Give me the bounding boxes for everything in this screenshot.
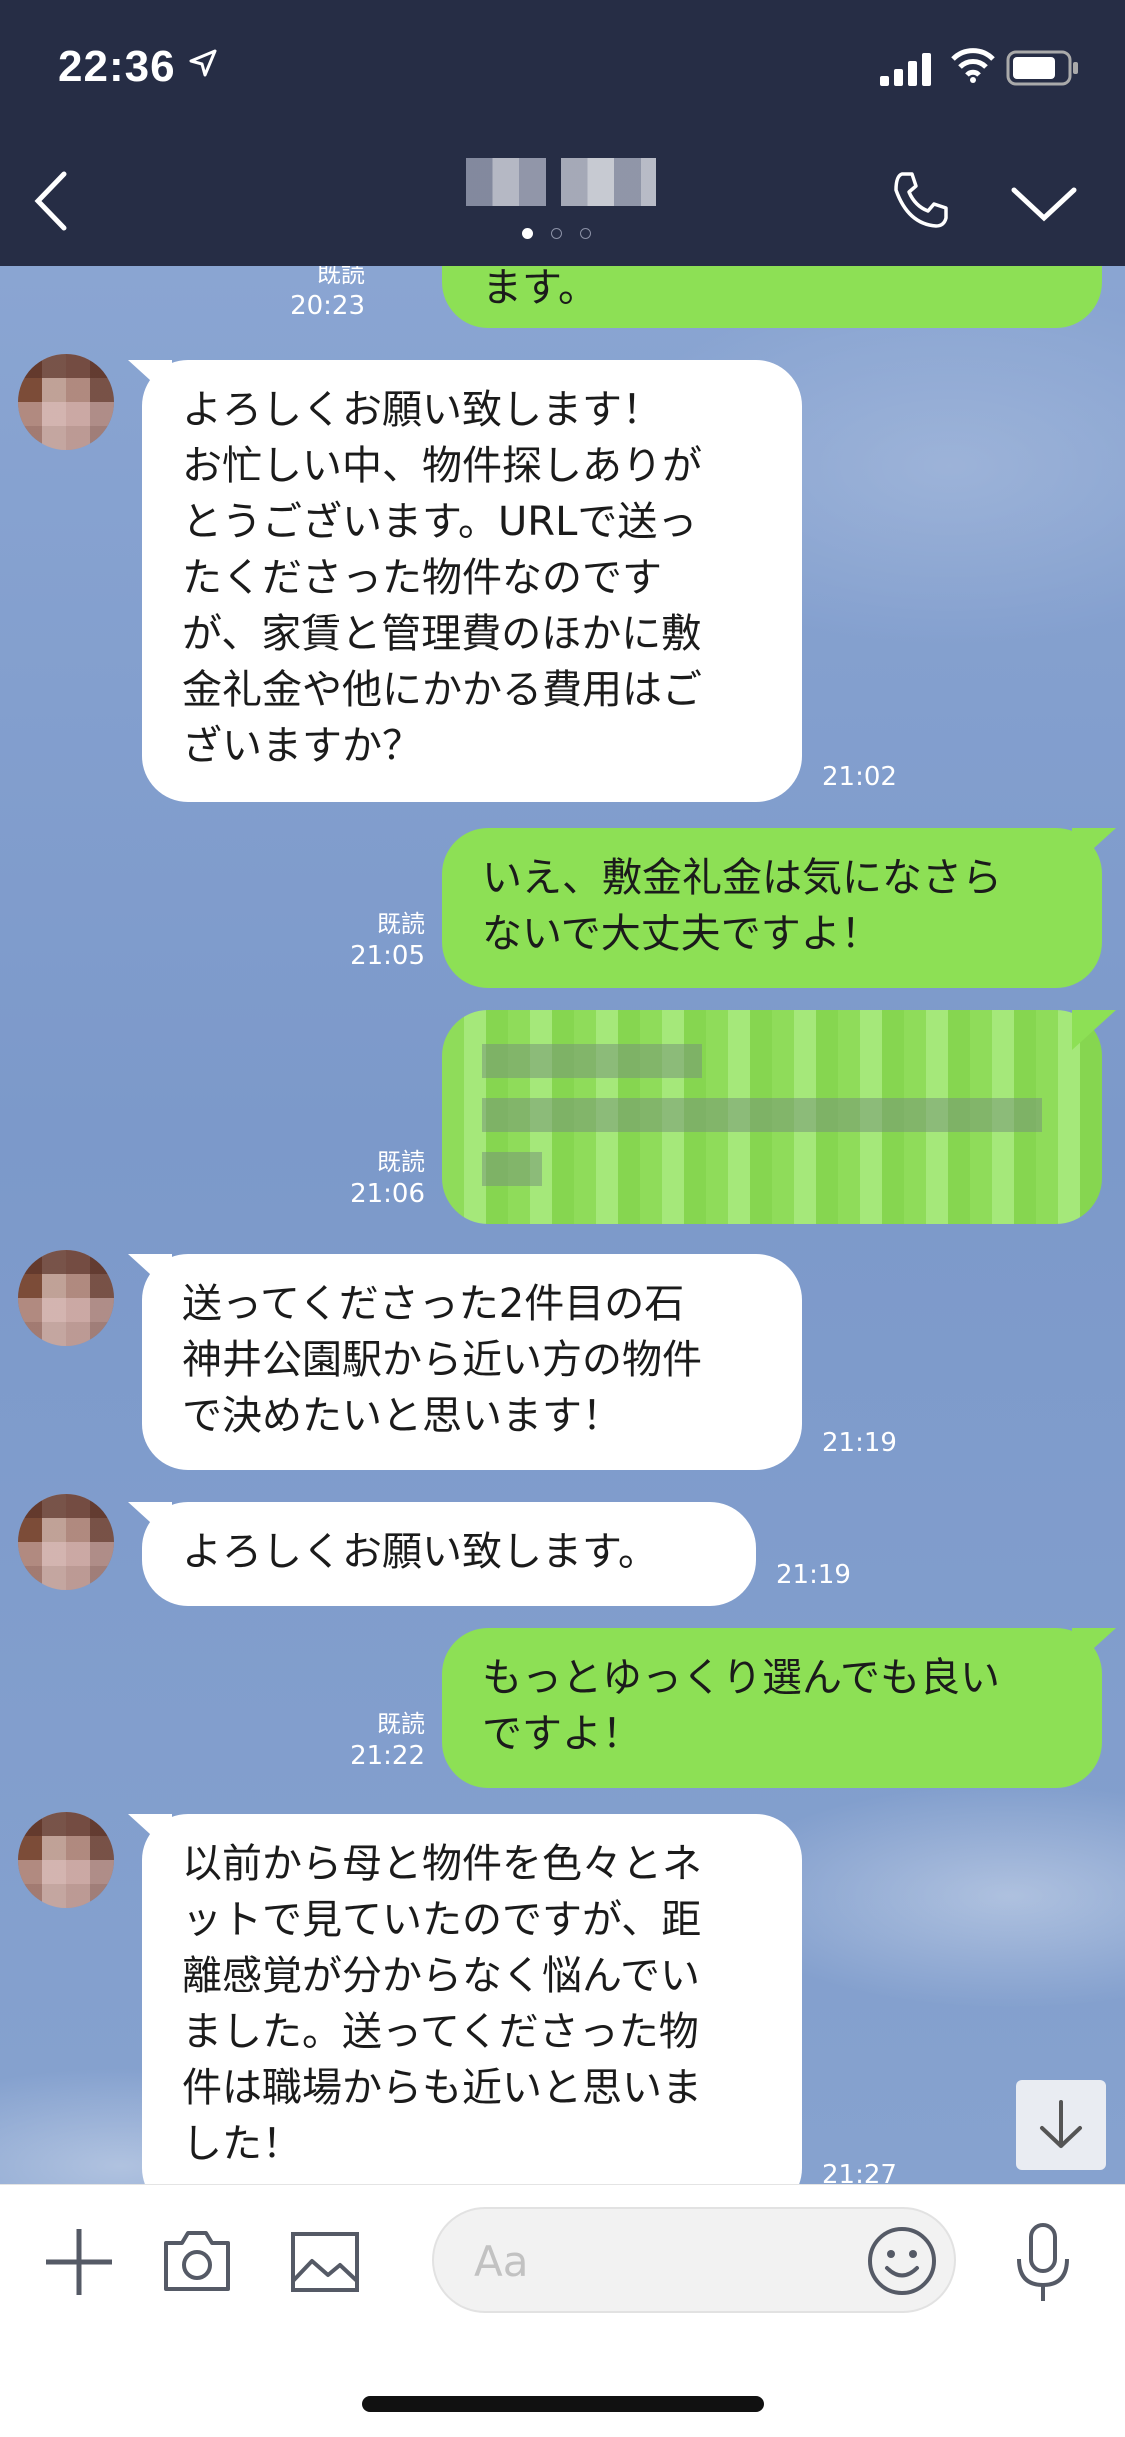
message-meta: 既読 21:05 — [350, 908, 425, 972]
message-bubble-outgoing[interactable]: もっとゆっくり選んでも良い ですよ！ — [442, 1628, 1102, 1788]
back-chevron-icon[interactable] — [28, 166, 74, 240]
message-bubble-incoming[interactable]: 以前から母と物件を色々とネ ットで見ていたのですが、距 離感覚が分からなく悩んで… — [142, 1814, 802, 2184]
obscured-text — [482, 1152, 542, 1186]
message-bubble-incoming[interactable]: 送ってくださった2件目の石 神井公園駅から近い方の物件 で決めたいと思います！ — [142, 1254, 802, 1470]
message-meta: 既読 20:23 — [290, 266, 365, 322]
scroll-down-button[interactable] — [1016, 2080, 1106, 2170]
battery-icon — [1006, 50, 1080, 90]
message-bubble-outgoing[interactable]: ます。 — [442, 266, 1102, 328]
message-time: 21:02 — [822, 762, 897, 792]
location-arrow-icon — [188, 48, 218, 82]
message-meta: 既読 21:22 — [350, 1708, 425, 1772]
message-bubble-incoming[interactable]: よろしくお願い致します！ お忙しい中、物件探しありが とうございます。URLで送… — [142, 360, 802, 802]
avatar[interactable] — [18, 1250, 114, 1346]
message-time: 21:19 — [822, 1428, 897, 1458]
message-time: 20:23 — [290, 291, 365, 321]
page-dots — [522, 228, 591, 239]
message-input[interactable] — [432, 2207, 956, 2313]
avatar[interactable] — [18, 1812, 114, 1908]
status-time: 22:36 — [58, 42, 176, 91]
chat-header — [0, 140, 1125, 266]
read-receipt: 既読 — [377, 1148, 425, 1176]
obscured-text — [482, 1044, 702, 1078]
message-meta: 既読 21:06 — [350, 1146, 425, 1210]
emoji-icon[interactable] — [864, 2223, 940, 2303]
plus-icon[interactable] — [42, 2225, 116, 2303]
scroll-down-arrow-icon — [1040, 2100, 1082, 2148]
phone-icon[interactable] — [888, 168, 952, 236]
read-receipt: 既読 — [317, 266, 365, 288]
read-receipt: 既読 — [377, 910, 425, 938]
read-receipt: 既読 — [377, 1710, 425, 1738]
microphone-icon[interactable] — [1012, 2221, 1074, 2309]
chevron-down-icon[interactable] — [1010, 184, 1078, 228]
message-time: 21:05 — [350, 941, 425, 971]
camera-icon[interactable] — [160, 2227, 234, 2299]
obscured-text — [482, 1098, 1042, 1132]
message-bubble-outgoing[interactable]: いえ、敷金礼金は気になさら ないで大丈夫ですよ！ — [442, 828, 1102, 988]
message-time: 21:27 — [822, 2160, 897, 2184]
message-time: 21:19 — [776, 1560, 851, 1590]
avatar[interactable] — [18, 1494, 114, 1590]
message-bubble-obscured[interactable] — [442, 1010, 1102, 1224]
signal-icon — [880, 52, 936, 90]
image-icon[interactable] — [290, 2231, 360, 2297]
message-bubble-incoming[interactable]: よろしくお願い致します。 — [142, 1502, 756, 1606]
chat-title[interactable] — [466, 158, 656, 206]
message-text-field[interactable] — [434, 2209, 876, 2313]
wifi-icon — [950, 46, 996, 88]
message-time: 21:22 — [350, 1741, 425, 1771]
chat-area[interactable]: 既読 20:23 ます。 よろしくお願い致します！ お忙しい中、物件探しありが … — [0, 266, 1125, 2184]
status-bar: 22:36 — [0, 0, 1125, 140]
page-dot — [522, 228, 533, 239]
message-time: 21:06 — [350, 1179, 425, 1209]
home-indicator[interactable] — [362, 2396, 764, 2412]
page-dot — [580, 228, 591, 239]
avatar[interactable] — [18, 354, 114, 450]
page-dot — [551, 228, 562, 239]
